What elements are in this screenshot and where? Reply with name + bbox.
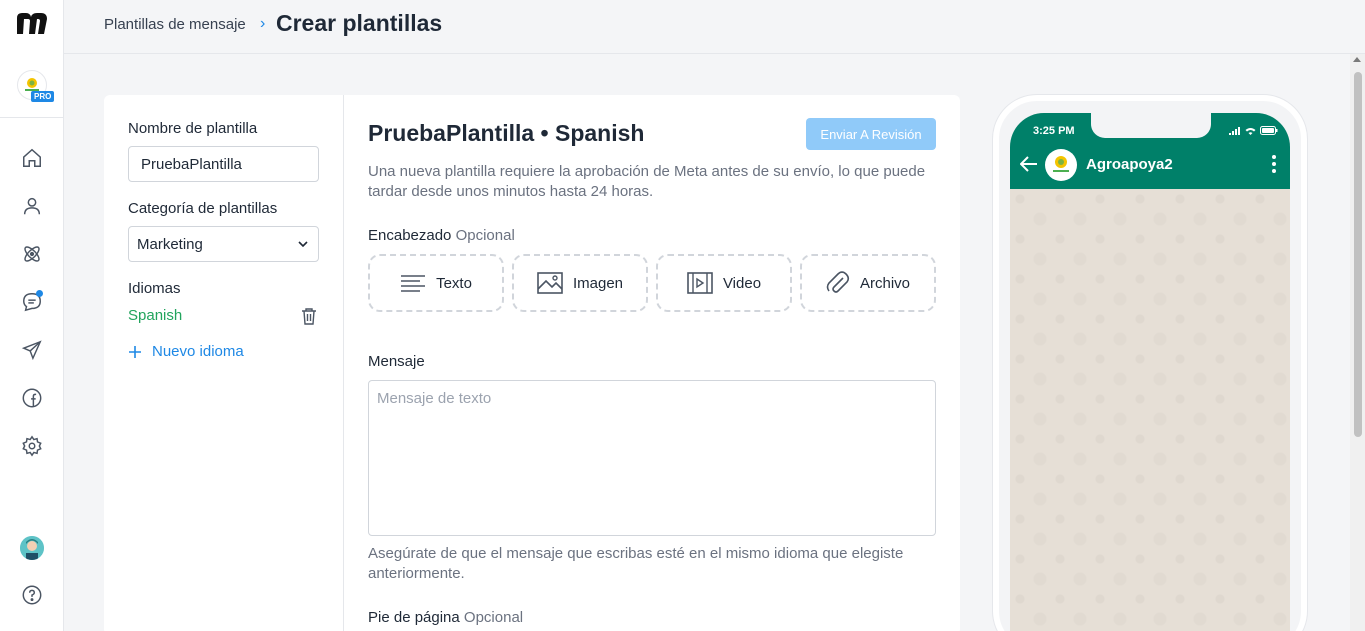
paperclip-icon: [826, 271, 850, 293]
header-option-text[interactable]: Texto: [368, 254, 504, 312]
battery-icon: [1260, 126, 1278, 135]
header-option-file-label: Archivo: [859, 274, 911, 292]
footer-section-label: Pie de página Opcional: [368, 609, 523, 626]
message-label: Mensaje: [368, 353, 425, 370]
category-select[interactable]: Marketing: [128, 226, 319, 262]
help-icon[interactable]: [20, 583, 44, 607]
contact-logo-icon: [1053, 156, 1069, 172]
signal-icon: [1229, 126, 1240, 135]
message-hint: Asegúrate de que el mensaje que escribas…: [368, 545, 904, 582]
template-editor: PruebaPlantilla • Spanish Enviar A Revis…: [344, 95, 960, 631]
chevron-down-icon: [298, 241, 308, 248]
phone-time: 3:25 PM: [1033, 125, 1075, 137]
approval-description: Una nueva plantilla requiere la aprobaci…: [368, 163, 926, 200]
header-optional-label: Opcional: [455, 227, 515, 244]
phone-notch: [1091, 113, 1211, 138]
page-title: Crear plantillas: [276, 10, 443, 36]
sidebar-divider: [0, 117, 64, 118]
phone-screen: 3:25 PM Agroapoya2: [1010, 113, 1290, 631]
template-name-label: Nombre de plantilla: [128, 120, 258, 137]
editor-title: PruebaPlantilla • Spanish: [368, 120, 645, 146]
header-label: Encabezado: [368, 227, 452, 244]
breadcrumb-templates[interactable]: Plantillas de mensaje: [104, 16, 246, 33]
page-scrollbar[interactable]: [1350, 54, 1365, 631]
header-section-label: Encabezado Opcional: [368, 227, 515, 244]
wifi-icon: [1245, 127, 1256, 135]
chat-background: [1010, 189, 1290, 631]
text-lines-icon: [401, 275, 426, 292]
add-language-button[interactable]: Nuevo idioma: [128, 343, 244, 360]
user-icon[interactable]: [20, 194, 44, 218]
plus-icon: [129, 345, 141, 358]
top-bar: Plantillas de mensaje › Crear plantillas: [64, 0, 1365, 54]
home-icon[interactable]: [20, 146, 44, 170]
header-option-image[interactable]: Imagen: [512, 254, 648, 312]
template-name-value: PruebaPlantilla: [141, 155, 242, 173]
gear-icon[interactable]: [20, 434, 44, 458]
send-icon[interactable]: [20, 338, 44, 362]
atom-icon[interactable]: [20, 242, 44, 266]
language-item-spanish[interactable]: Spanish: [128, 307, 320, 324]
user-avatar[interactable]: [20, 536, 44, 560]
image-icon: [537, 272, 563, 294]
add-language-label: Nuevo idioma: [152, 343, 244, 360]
category-label: Categoría de plantillas: [128, 200, 278, 217]
scroll-up-arrow[interactable]: [1353, 57, 1361, 62]
header-option-text-label: Texto: [436, 274, 472, 292]
contact-avatar[interactable]: [1045, 149, 1077, 181]
arrow-left-icon[interactable]: [1020, 156, 1038, 172]
status-icons: [1229, 126, 1278, 135]
template-settings-panel: Nombre de plantilla PruebaPlantilla Cate…: [104, 95, 344, 631]
header-option-video-label: Video: [722, 274, 762, 292]
chevron-right-icon: ›: [260, 15, 266, 32]
chat-icon[interactable]: [20, 290, 44, 314]
brand-logo[interactable]: [15, 10, 49, 36]
template-card: Nombre de plantilla PruebaPlantilla Cate…: [104, 95, 960, 631]
contact-name: Agroapoya2: [1086, 156, 1173, 173]
notification-dot: [36, 290, 43, 297]
video-icon: [687, 272, 713, 294]
phone-status-bar: 3:25 PM: [1010, 113, 1290, 143]
submit-review-button[interactable]: Enviar A Revisión: [806, 118, 936, 150]
more-vertical-icon[interactable]: [1272, 155, 1276, 173]
scroll-thumb[interactable]: [1354, 72, 1362, 437]
facebook-icon[interactable]: [20, 386, 44, 410]
template-name-input[interactable]: PruebaPlantilla: [128, 146, 319, 182]
message-textarea[interactable]: [368, 380, 936, 536]
header-option-video[interactable]: Video: [656, 254, 792, 312]
pro-badge: PRO: [31, 91, 55, 102]
phone-preview: 3:25 PM Agroapoya2: [993, 95, 1307, 631]
languages-label: Idiomas: [128, 280, 181, 297]
header-option-image-label: Imagen: [572, 274, 624, 292]
chat-header: Agroapoya2: [1010, 143, 1290, 189]
sidebar: PRO: [0, 0, 64, 631]
trash-icon[interactable]: [301, 307, 317, 330]
footer-label: Pie de página: [368, 609, 460, 626]
category-value: Marketing: [137, 235, 203, 253]
footer-optional-label: Opcional: [463, 609, 524, 626]
header-option-file[interactable]: Archivo: [800, 254, 936, 312]
